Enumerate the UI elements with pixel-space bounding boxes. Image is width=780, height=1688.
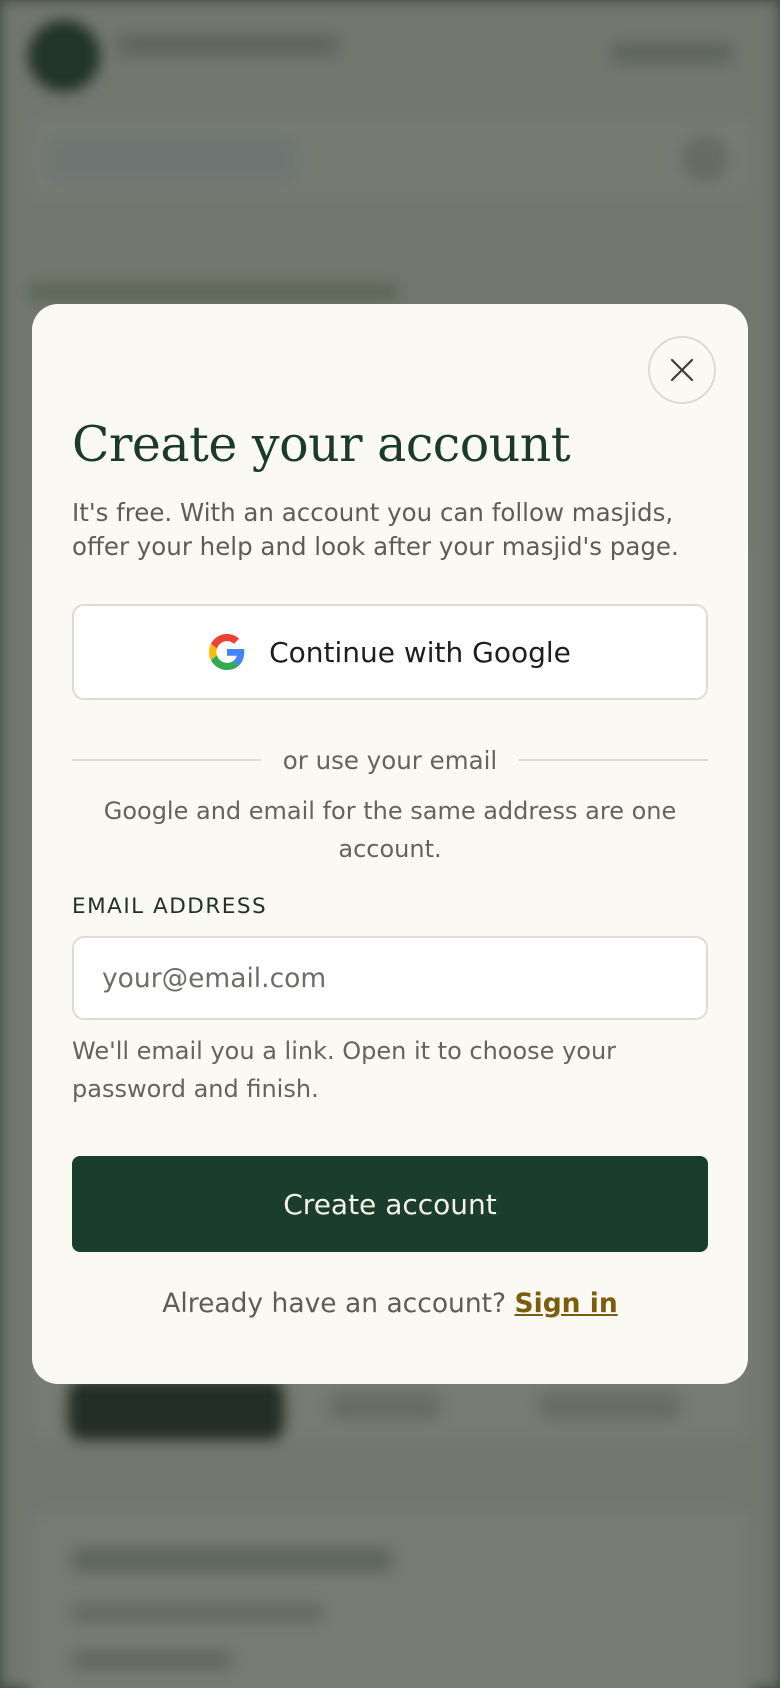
close-icon — [670, 358, 694, 382]
create-account-button[interactable]: Create account — [72, 1156, 708, 1252]
email-label: EMAIL ADDRESS — [72, 894, 268, 919]
divider-text: or use your email — [282, 745, 498, 775]
divider-line-right — [519, 759, 709, 761]
signin-prompt: Already have an account? — [162, 1288, 507, 1319]
email-input[interactable] — [72, 936, 708, 1020]
email-helper-text: We'll email you a link. Open it to choos… — [72, 1037, 617, 1103]
dialog-subtitle: It's free. With an account you can follo… — [72, 498, 679, 561]
create-account-dialog: Create your account It's free. With an a… — [32, 304, 748, 1384]
google-button-label: Continue with Google — [269, 635, 571, 669]
google-icon — [209, 634, 245, 670]
account-merge-note: Google and email for the same address ar… — [103, 797, 677, 863]
sign-in-link[interactable]: Sign in — [515, 1288, 618, 1319]
or-divider: or use your email — [72, 742, 709, 778]
signin-row: Already have an account? Sign in — [32, 1288, 748, 1319]
dialog-title: Create your account — [72, 416, 571, 473]
divider-line-left — [72, 759, 261, 761]
close-button[interactable] — [648, 336, 716, 404]
continue-with-google-button[interactable]: Continue with Google — [72, 604, 708, 700]
